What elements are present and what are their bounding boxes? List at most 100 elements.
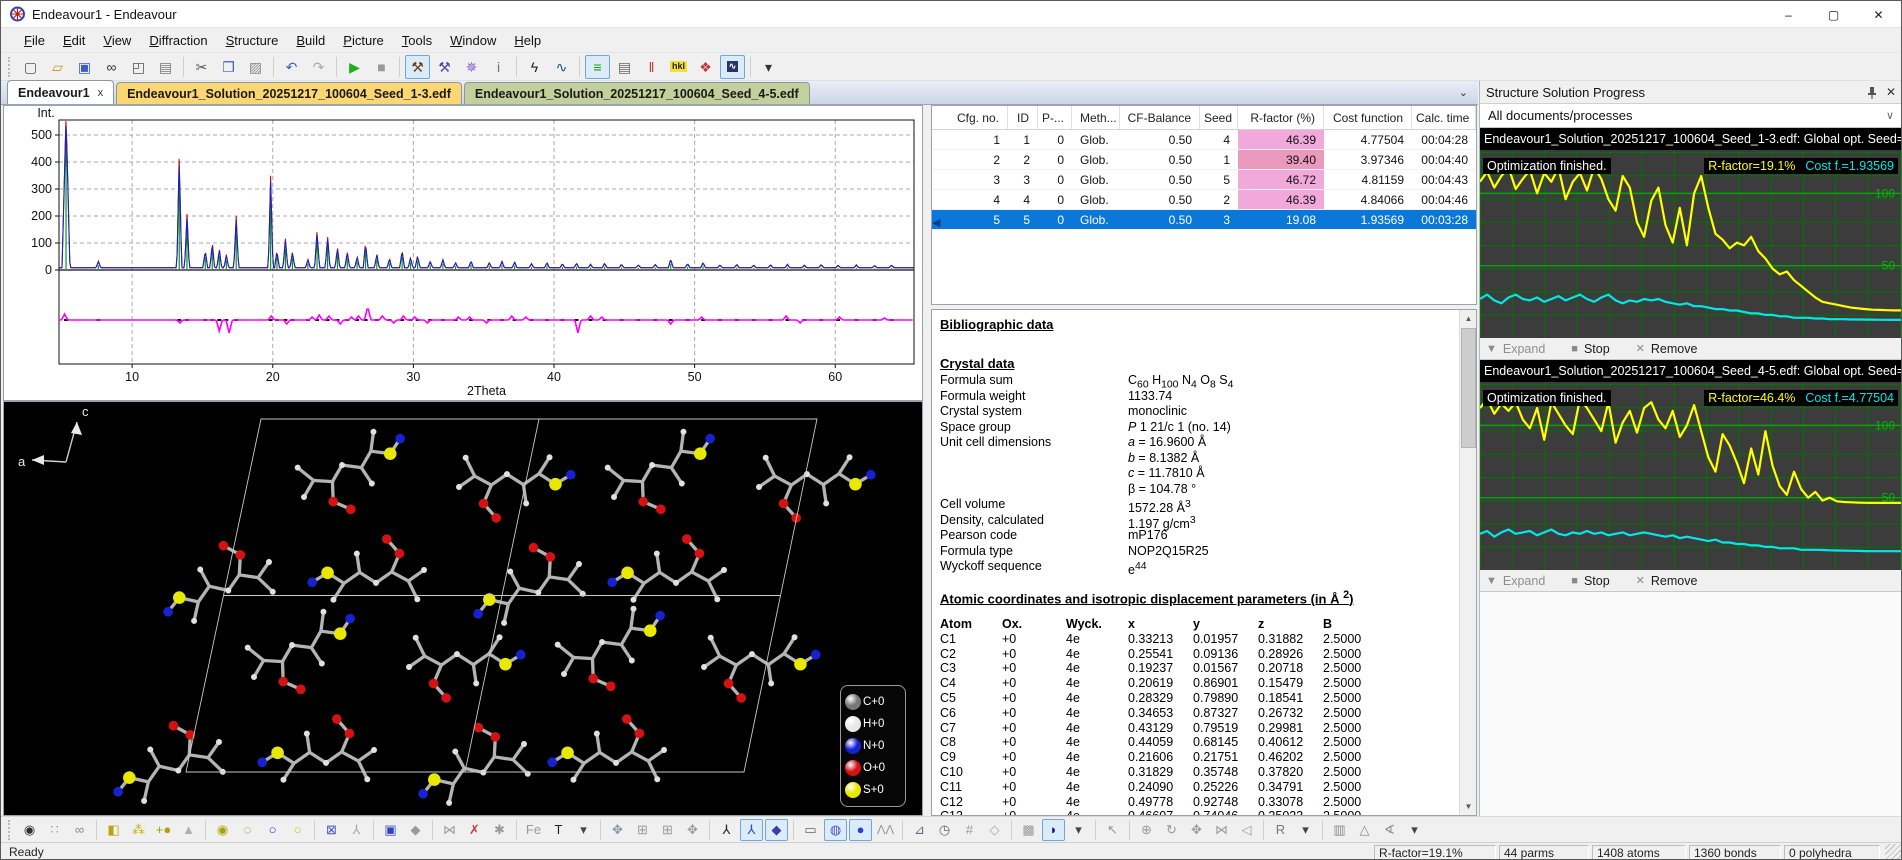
- text-tool-button[interactable]: T: [547, 819, 570, 841]
- sphere-hatched-view-button[interactable]: ◍: [824, 819, 847, 841]
- axes-with-atoms-button[interactable]: ⅄: [740, 819, 763, 841]
- unit-cell-edit-button[interactable]: ▣: [379, 819, 402, 841]
- stop-button[interactable]: ■Stop: [1571, 574, 1609, 588]
- print-preview-button[interactable]: ◰: [126, 55, 151, 79]
- axes-view-button[interactable]: ⅄: [715, 819, 738, 841]
- expand-button[interactable]: ▼Expand: [1486, 342, 1545, 356]
- remove-button[interactable]: ✕Remove: [1636, 342, 1698, 356]
- ring-filled-button[interactable]: ◉: [211, 819, 234, 841]
- pattern-diagram-button[interactable]: ∿: [720, 55, 745, 79]
- sphere-solid-view-button[interactable]: ●: [849, 819, 872, 841]
- atom-group-button[interactable]: ∷: [43, 819, 66, 841]
- data-sheet-scrollbar[interactable]: ▲ ▼: [1459, 310, 1476, 815]
- menu-build[interactable]: Build: [287, 30, 334, 51]
- menu-diffraction[interactable]: Diffraction: [140, 30, 216, 51]
- rotate-cursor-dropdown-button[interactable]: ▾: [1294, 819, 1317, 841]
- print-button[interactable]: ▤: [153, 55, 178, 79]
- data-sheet-button[interactable]: ≡: [585, 55, 610, 79]
- measure-distance-button[interactable]: ▥: [1328, 819, 1351, 841]
- cell-frame-view-button[interactable]: ▭: [799, 819, 822, 841]
- delete-structure-button[interactable]: ✗: [463, 819, 486, 841]
- grid-view-button[interactable]: #: [958, 819, 981, 841]
- process-filter-select[interactable]: All documents/processes ∨: [1480, 104, 1902, 128]
- find-button[interactable]: ∞: [99, 55, 124, 79]
- column-header[interactable]: Calc. time: [1412, 106, 1476, 129]
- menu-structure[interactable]: Structure: [217, 30, 288, 51]
- remove-button[interactable]: ✕Remove: [1636, 574, 1698, 588]
- report-view-button[interactable]: ▤: [612, 55, 637, 79]
- render-mode-button[interactable]: ◗: [1042, 819, 1065, 841]
- copy-button[interactable]: ❐: [216, 55, 241, 79]
- diamond-outline-view-button[interactable]: ◇: [983, 819, 1006, 841]
- config-row-3[interactable]: 330Glob.0.50546.724.8115900:04:43: [932, 170, 1476, 190]
- wire-view-button[interactable]: ΛΛ: [874, 819, 897, 841]
- clock-orientation-button[interactable]: ◷: [933, 819, 956, 841]
- menu-picture[interactable]: Picture: [334, 30, 392, 51]
- hexagon-yellow-button[interactable]: ○: [286, 819, 309, 841]
- redo-button[interactable]: ↷: [306, 55, 331, 79]
- config-row-1[interactable]: 110Glob.0.50446.394.7750400:04:28: [932, 130, 1476, 150]
- save-file-button[interactable]: ▣: [72, 55, 97, 79]
- remove-fragment-button[interactable]: ⋈: [438, 819, 461, 841]
- peak-list-button[interactable]: ‖: [639, 55, 664, 79]
- measure-angle-button[interactable]: △: [1353, 819, 1376, 841]
- polyhedron-add-button[interactable]: ◆: [404, 819, 427, 841]
- add-atoms-button[interactable]: ◉: [18, 819, 41, 841]
- structure-picture-button[interactable]: ❖: [693, 55, 718, 79]
- fill-range-button[interactable]: ⊞: [656, 819, 679, 841]
- fragment-tree-button[interactable]: ⅄: [345, 819, 368, 841]
- cut-button[interactable]: ✂: [189, 55, 214, 79]
- main-toolbar-grip[interactable]: [8, 57, 14, 77]
- render-mode-dropdown-button[interactable]: ▾: [1067, 819, 1090, 841]
- open-file-button[interactable]: ▱: [45, 55, 70, 79]
- structure-toolbar-grip[interactable]: [8, 820, 14, 840]
- menu-view[interactable]: View: [94, 30, 140, 51]
- stop-calculation-button[interactable]: ■: [369, 55, 394, 79]
- element-label-button[interactable]: Fe: [522, 819, 545, 841]
- information-button[interactable]: i: [486, 55, 511, 79]
- menu-window[interactable]: Window: [441, 30, 505, 51]
- solution-options-button[interactable]: ⚒: [432, 55, 457, 79]
- pin-icon[interactable]: [1866, 86, 1878, 99]
- menu-file[interactable]: File: [15, 30, 54, 51]
- column-header[interactable]: Meth...: [1072, 106, 1120, 129]
- config-row-2[interactable]: 220Glob.0.50139.403.9734600:04:40: [932, 150, 1476, 170]
- document-tab-2[interactable]: Endeavour1_Solution_20251217_100604_Seed…: [464, 82, 810, 104]
- hkl-list-button[interactable]: hkl: [666, 55, 691, 79]
- column-header[interactable]: Cost function: [1324, 106, 1412, 129]
- paste-button[interactable]: ▨: [243, 55, 268, 79]
- texture-view-button[interactable]: ▩: [1017, 819, 1040, 841]
- molecule-disabled-button[interactable]: ▲: [177, 819, 200, 841]
- expand-button[interactable]: ▼Expand: [1486, 574, 1545, 588]
- perspective-view-button[interactable]: ⊿: [908, 819, 931, 841]
- rotate-cursor-button[interactable]: R: [1269, 819, 1292, 841]
- fill-unit-cell-button[interactable]: ⊞: [631, 819, 654, 841]
- wizard-button[interactable]: ✵: [459, 55, 484, 79]
- document-tab-0[interactable]: Endeavour1x: [7, 80, 114, 104]
- hexagon-blue-button[interactable]: ○: [261, 819, 284, 841]
- stop-button[interactable]: ■Stop: [1571, 342, 1609, 356]
- minimize-button[interactable]: –: [1766, 1, 1811, 28]
- tab-list-dropdown-icon[interactable]: ⌄: [1459, 86, 1468, 99]
- move-view-button[interactable]: ✥: [1185, 819, 1208, 841]
- dock-close-icon[interactable]: ✕: [1886, 85, 1896, 99]
- column-header[interactable]: R-factor (%): [1238, 106, 1324, 129]
- quick-optimization-button[interactable]: ϟ: [522, 55, 547, 79]
- config-row-5[interactable]: ◀550Glob.0.50319.081.9356900:03:28: [932, 210, 1476, 230]
- scroll-up-icon[interactable]: ▲: [1460, 310, 1477, 327]
- maximize-button[interactable]: ▢: [1811, 1, 1856, 28]
- column-header[interactable]: CF-Balance: [1120, 106, 1200, 129]
- expand-selection-button[interactable]: ✥: [681, 819, 704, 841]
- start-calculation-button[interactable]: ▶: [342, 55, 367, 79]
- structure-solution-button[interactable]: ⚒: [405, 55, 430, 79]
- add-ion-button[interactable]: +●: [152, 819, 175, 841]
- text-tool-dropdown-button[interactable]: ▾: [572, 819, 595, 841]
- free-atom-button[interactable]: ∞: [68, 819, 91, 841]
- zoom-view-button[interactable]: ⋈: [1210, 819, 1233, 841]
- close-button[interactable]: ✕: [1856, 1, 1901, 28]
- crystal-structure-view[interactable]: ac: [4, 402, 922, 815]
- config-row-4[interactable]: 440Glob.0.50246.394.8406600:04:46: [932, 190, 1476, 210]
- column-header[interactable]: Seed: [1200, 106, 1238, 129]
- document-tab-1[interactable]: Endeavour1_Solution_20251217_100604_Seed…: [116, 82, 462, 104]
- column-header[interactable]: ID: [1008, 106, 1038, 129]
